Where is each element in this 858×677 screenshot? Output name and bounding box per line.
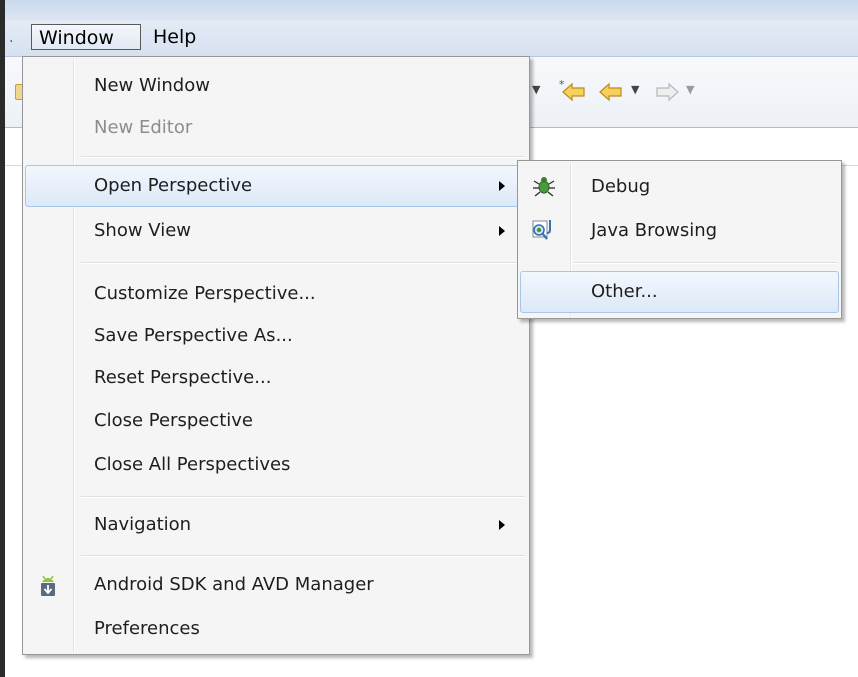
submenu-item-label: Other...	[591, 281, 658, 302]
submenu-item-java-browsing[interactable]: Java Browsing	[520, 210, 839, 252]
submenu-arrow-icon	[499, 181, 505, 191]
menu-item-label: Show View	[94, 220, 192, 241]
menu-item-reset-perspective[interactable]: Reset Perspective...	[25, 357, 527, 399]
menu-item-close-all-perspectives[interactable]: Close All Perspectives	[25, 444, 527, 486]
android-sdk-icon	[38, 574, 58, 603]
menu-item-close-perspective[interactable]: Close Perspective	[25, 400, 527, 442]
menu-window[interactable]: Window	[31, 24, 141, 50]
window-menu: New Window New Editor Open Perspective S…	[22, 56, 530, 655]
debug-bug-icon	[532, 174, 556, 203]
submenu-arrow-icon	[499, 226, 505, 236]
forward-arrow-icon	[653, 77, 681, 112]
menu-item-navigation[interactable]: Navigation	[25, 504, 527, 546]
menu-separator	[81, 555, 525, 557]
submenu-item-label: Debug	[591, 176, 651, 197]
menu-separator	[81, 262, 525, 264]
java-browsing-icon	[530, 218, 556, 249]
menu-item-preferences[interactable]: Preferences	[25, 608, 527, 650]
menu-item-label: Preferences	[94, 618, 200, 639]
menu-item-android-sdk-avd-manager[interactable]: Android SDK and AVD Manager	[25, 564, 527, 606]
menu-item-label: Close Perspective	[94, 410, 254, 431]
menu-bar: · Window Help	[5, 20, 858, 57]
menu-item-new-editor: New Editor	[25, 107, 527, 149]
menu-item-customize-perspective[interactable]: Customize Perspective...	[25, 273, 527, 315]
menu-separator	[81, 496, 525, 498]
last-edit-location-icon[interactable]: *	[557, 77, 589, 112]
menu-item-label: Android SDK and AVD Manager	[94, 574, 374, 595]
menu-item-open-perspective[interactable]: Open Perspective	[25, 165, 527, 207]
dropdown-arrow-icon[interactable]: ▼	[532, 83, 540, 96]
menu-item-label: Reset Perspective...	[94, 367, 272, 388]
back-dropdown-arrow-icon[interactable]: ▼	[631, 83, 639, 96]
menu-item-label: Open Perspective	[94, 175, 253, 196]
menu-item-show-view[interactable]: Show View	[25, 210, 527, 252]
menu-item-label: Navigation	[94, 514, 192, 535]
submenu-arrow-icon	[499, 520, 505, 530]
menu-item-label: Close All Perspectives	[94, 454, 291, 475]
menu-item-label: New Editor	[94, 117, 193, 138]
submenu-item-label: Java Browsing	[591, 220, 718, 241]
menu-item-save-perspective-as[interactable]: Save Perspective As...	[25, 315, 527, 357]
forward-dropdown-arrow-icon: ▼	[686, 83, 695, 96]
menu-item-label: Save Perspective As...	[94, 325, 293, 346]
menu-separator	[81, 156, 525, 158]
menu-item-new-window[interactable]: New Window	[25, 65, 527, 107]
menu-item-label: New Window	[94, 75, 210, 96]
submenu-item-debug[interactable]: Debug	[520, 166, 839, 208]
submenu-item-other[interactable]: Other...	[520, 271, 839, 313]
svg-text:*: *	[559, 78, 565, 91]
menu-help[interactable]: Help	[146, 24, 203, 50]
open-perspective-submenu: Debug Java Browsing Other...	[517, 160, 842, 319]
submenu-separator	[574, 262, 838, 264]
menu-bar-edge-mark: ·	[9, 34, 14, 50]
menu-item-label: Customize Perspective...	[94, 283, 316, 304]
title-bar	[5, 0, 858, 20]
back-arrow-icon[interactable]	[597, 77, 625, 112]
